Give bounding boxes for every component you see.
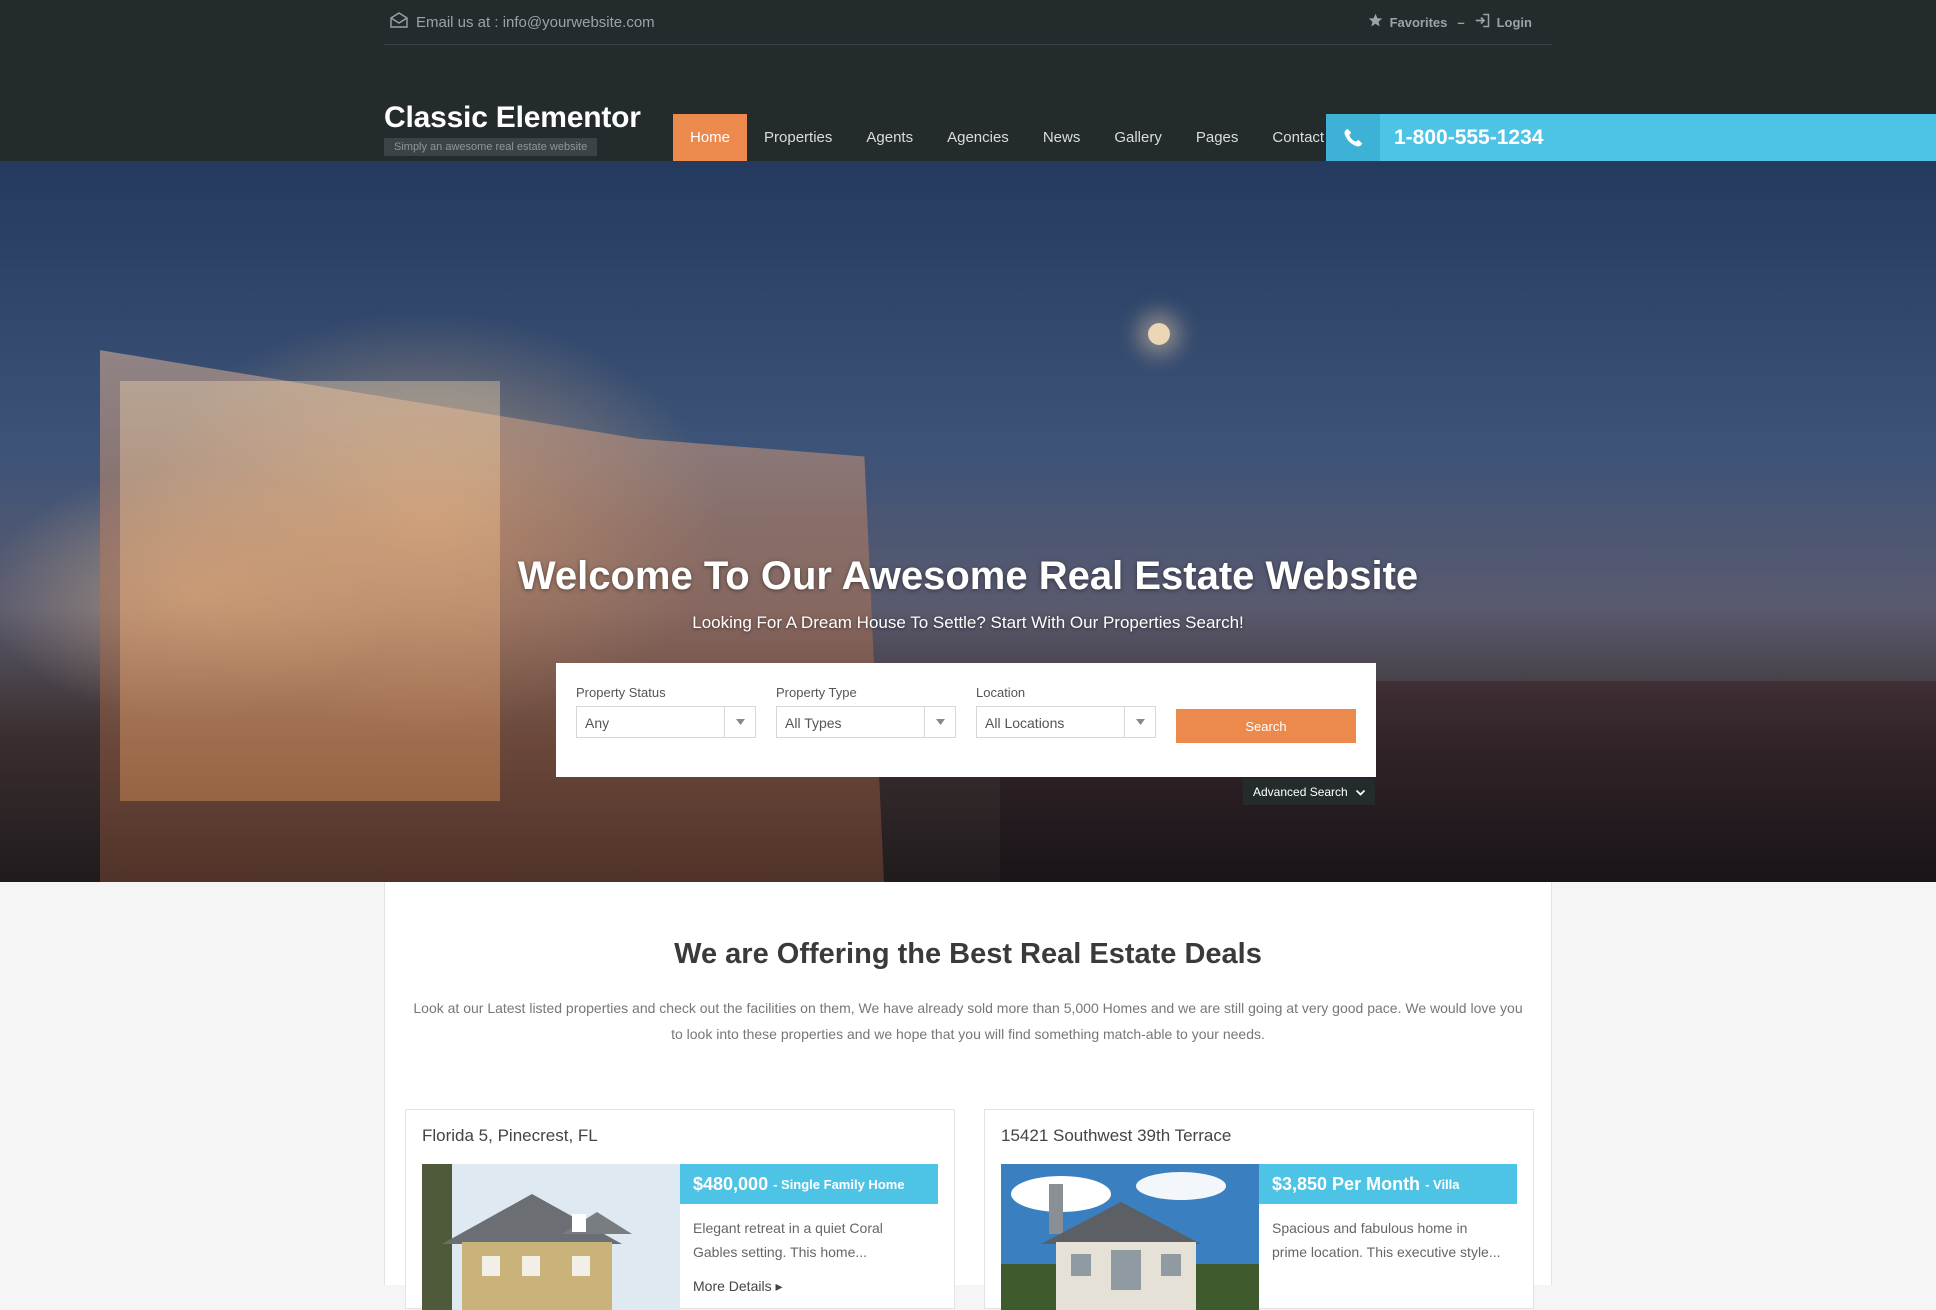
site-header: Email us at : info@yourwebsite.com Favor… bbox=[0, 0, 1936, 161]
sign-in-icon bbox=[1475, 13, 1490, 31]
property-description: Spacious and fabulous home in prime loca… bbox=[1272, 1220, 1501, 1260]
hero-banner: Welcome To Our Awesome Real Estate Websi… bbox=[0, 161, 1936, 882]
location-field: Location All Locations bbox=[976, 685, 1156, 738]
property-type-select[interactable]: All Types bbox=[776, 706, 956, 738]
section-description: Look at our Latest listed properties and… bbox=[413, 1000, 1523, 1042]
property-type: - Villa bbox=[1425, 1176, 1460, 1192]
more-details-label: More Details bbox=[693, 1278, 772, 1294]
login-link[interactable]: Login bbox=[1475, 13, 1532, 31]
property-status-field: Property Status Any bbox=[576, 685, 756, 738]
property-status-select[interactable]: Any bbox=[576, 706, 756, 738]
property-image[interactable] bbox=[1001, 1164, 1259, 1310]
property-search-form: Property Status Any Property Type All Ty… bbox=[556, 663, 1376, 777]
chevron-down-icon bbox=[924, 707, 955, 737]
property-price: $3,850 Per Month bbox=[1272, 1173, 1421, 1194]
site-tagline: Simply an awesome real estate website bbox=[384, 138, 598, 156]
property-title[interactable]: 15421 Southwest 39th Terrace bbox=[1001, 1126, 1533, 1146]
main-nav: Home Properties Agents Agencies News Gal… bbox=[673, 114, 1341, 161]
hero-title: Welcome To Our Awesome Real Estate Websi… bbox=[517, 554, 1419, 598]
phone-icon bbox=[1326, 114, 1380, 161]
hero-content: Welcome To Our Awesome Real Estate Websi… bbox=[0, 554, 1936, 633]
nav-item-properties[interactable]: Properties bbox=[747, 114, 849, 161]
property-type-value: All Types bbox=[785, 715, 842, 731]
location-select[interactable]: All Locations bbox=[976, 706, 1156, 738]
hero-background-moon bbox=[1148, 323, 1170, 345]
email-text: Email us at : info@yourwebsite.com bbox=[416, 13, 655, 31]
chevron-down-icon bbox=[1355, 779, 1365, 805]
section-title: We are Offering the Best Real Estate Dea… bbox=[674, 938, 1262, 970]
property-status-value: Any bbox=[585, 715, 610, 731]
envelope-icon bbox=[390, 12, 408, 32]
star-icon bbox=[1368, 13, 1383, 31]
advanced-search-label: Advanced Search bbox=[1253, 785, 1348, 799]
phone-box[interactable]: 1-800-555-1234 bbox=[1326, 114, 1936, 161]
nav-item-home[interactable]: Home bbox=[673, 114, 748, 161]
chevron-down-icon bbox=[1124, 707, 1155, 737]
nav-item-agencies[interactable]: Agencies bbox=[930, 114, 1026, 161]
topbar: Email us at : info@yourwebsite.com Favor… bbox=[384, 0, 1552, 45]
login-label: Login bbox=[1496, 14, 1532, 30]
separator: – bbox=[1457, 14, 1465, 30]
property-card: 15421 Southwest 39th Terrace $3,850 Per … bbox=[984, 1109, 1534, 1310]
property-price: $480,000 bbox=[693, 1173, 769, 1194]
property-title[interactable]: Florida 5, Pinecrest, FL bbox=[422, 1126, 954, 1146]
nav-item-pages[interactable]: Pages bbox=[1179, 114, 1256, 161]
favorites-label: Favorites bbox=[1389, 14, 1448, 30]
main-content: We are Offering the Best Real Estate Dea… bbox=[384, 882, 1552, 1310]
site-logo[interactable]: Classic Elementor Simply an awesome real… bbox=[384, 102, 641, 156]
site-title: Classic Elementor bbox=[384, 101, 641, 134]
more-details-link[interactable]: More Details ▸ bbox=[693, 1278, 783, 1295]
search-button[interactable]: Search bbox=[1176, 709, 1356, 743]
nav-item-news[interactable]: News bbox=[1026, 114, 1098, 161]
property-image[interactable] bbox=[422, 1164, 680, 1310]
advanced-search-toggle[interactable]: Advanced Search bbox=[1243, 779, 1375, 805]
property-price-tag: $480,000 - Single Family Home bbox=[680, 1164, 938, 1204]
phone-number: 1-800-555-1234 bbox=[1394, 125, 1544, 149]
property-type-field: Property Type All Types bbox=[776, 685, 956, 738]
favorites-link[interactable]: Favorites bbox=[1368, 13, 1448, 31]
nav-item-gallery[interactable]: Gallery bbox=[1097, 114, 1179, 161]
property-type: - Single Family Home bbox=[773, 1176, 905, 1192]
property-price-tag: $3,850 Per Month - Villa bbox=[1259, 1164, 1517, 1204]
location-value: All Locations bbox=[985, 715, 1065, 731]
nav-item-agents[interactable]: Agents bbox=[849, 114, 930, 161]
hero-subtitle: Looking For A Dream House To Settle? Sta… bbox=[692, 613, 1244, 632]
email-contact[interactable]: Email us at : info@yourwebsite.com bbox=[384, 12, 655, 32]
caret-right-icon: ▸ bbox=[775, 1278, 783, 1294]
property-description: Elegant retreat in a quiet Coral Gables … bbox=[693, 1220, 883, 1260]
property-status-label: Property Status bbox=[576, 685, 666, 700]
location-label: Location bbox=[976, 685, 1026, 700]
user-links: Favorites – Login bbox=[1368, 13, 1552, 31]
property-type-label: Property Type bbox=[776, 685, 857, 700]
chevron-down-icon bbox=[724, 707, 755, 737]
property-card: Florida 5, Pinecrest, FL $480,000 - Sing… bbox=[405, 1109, 955, 1310]
